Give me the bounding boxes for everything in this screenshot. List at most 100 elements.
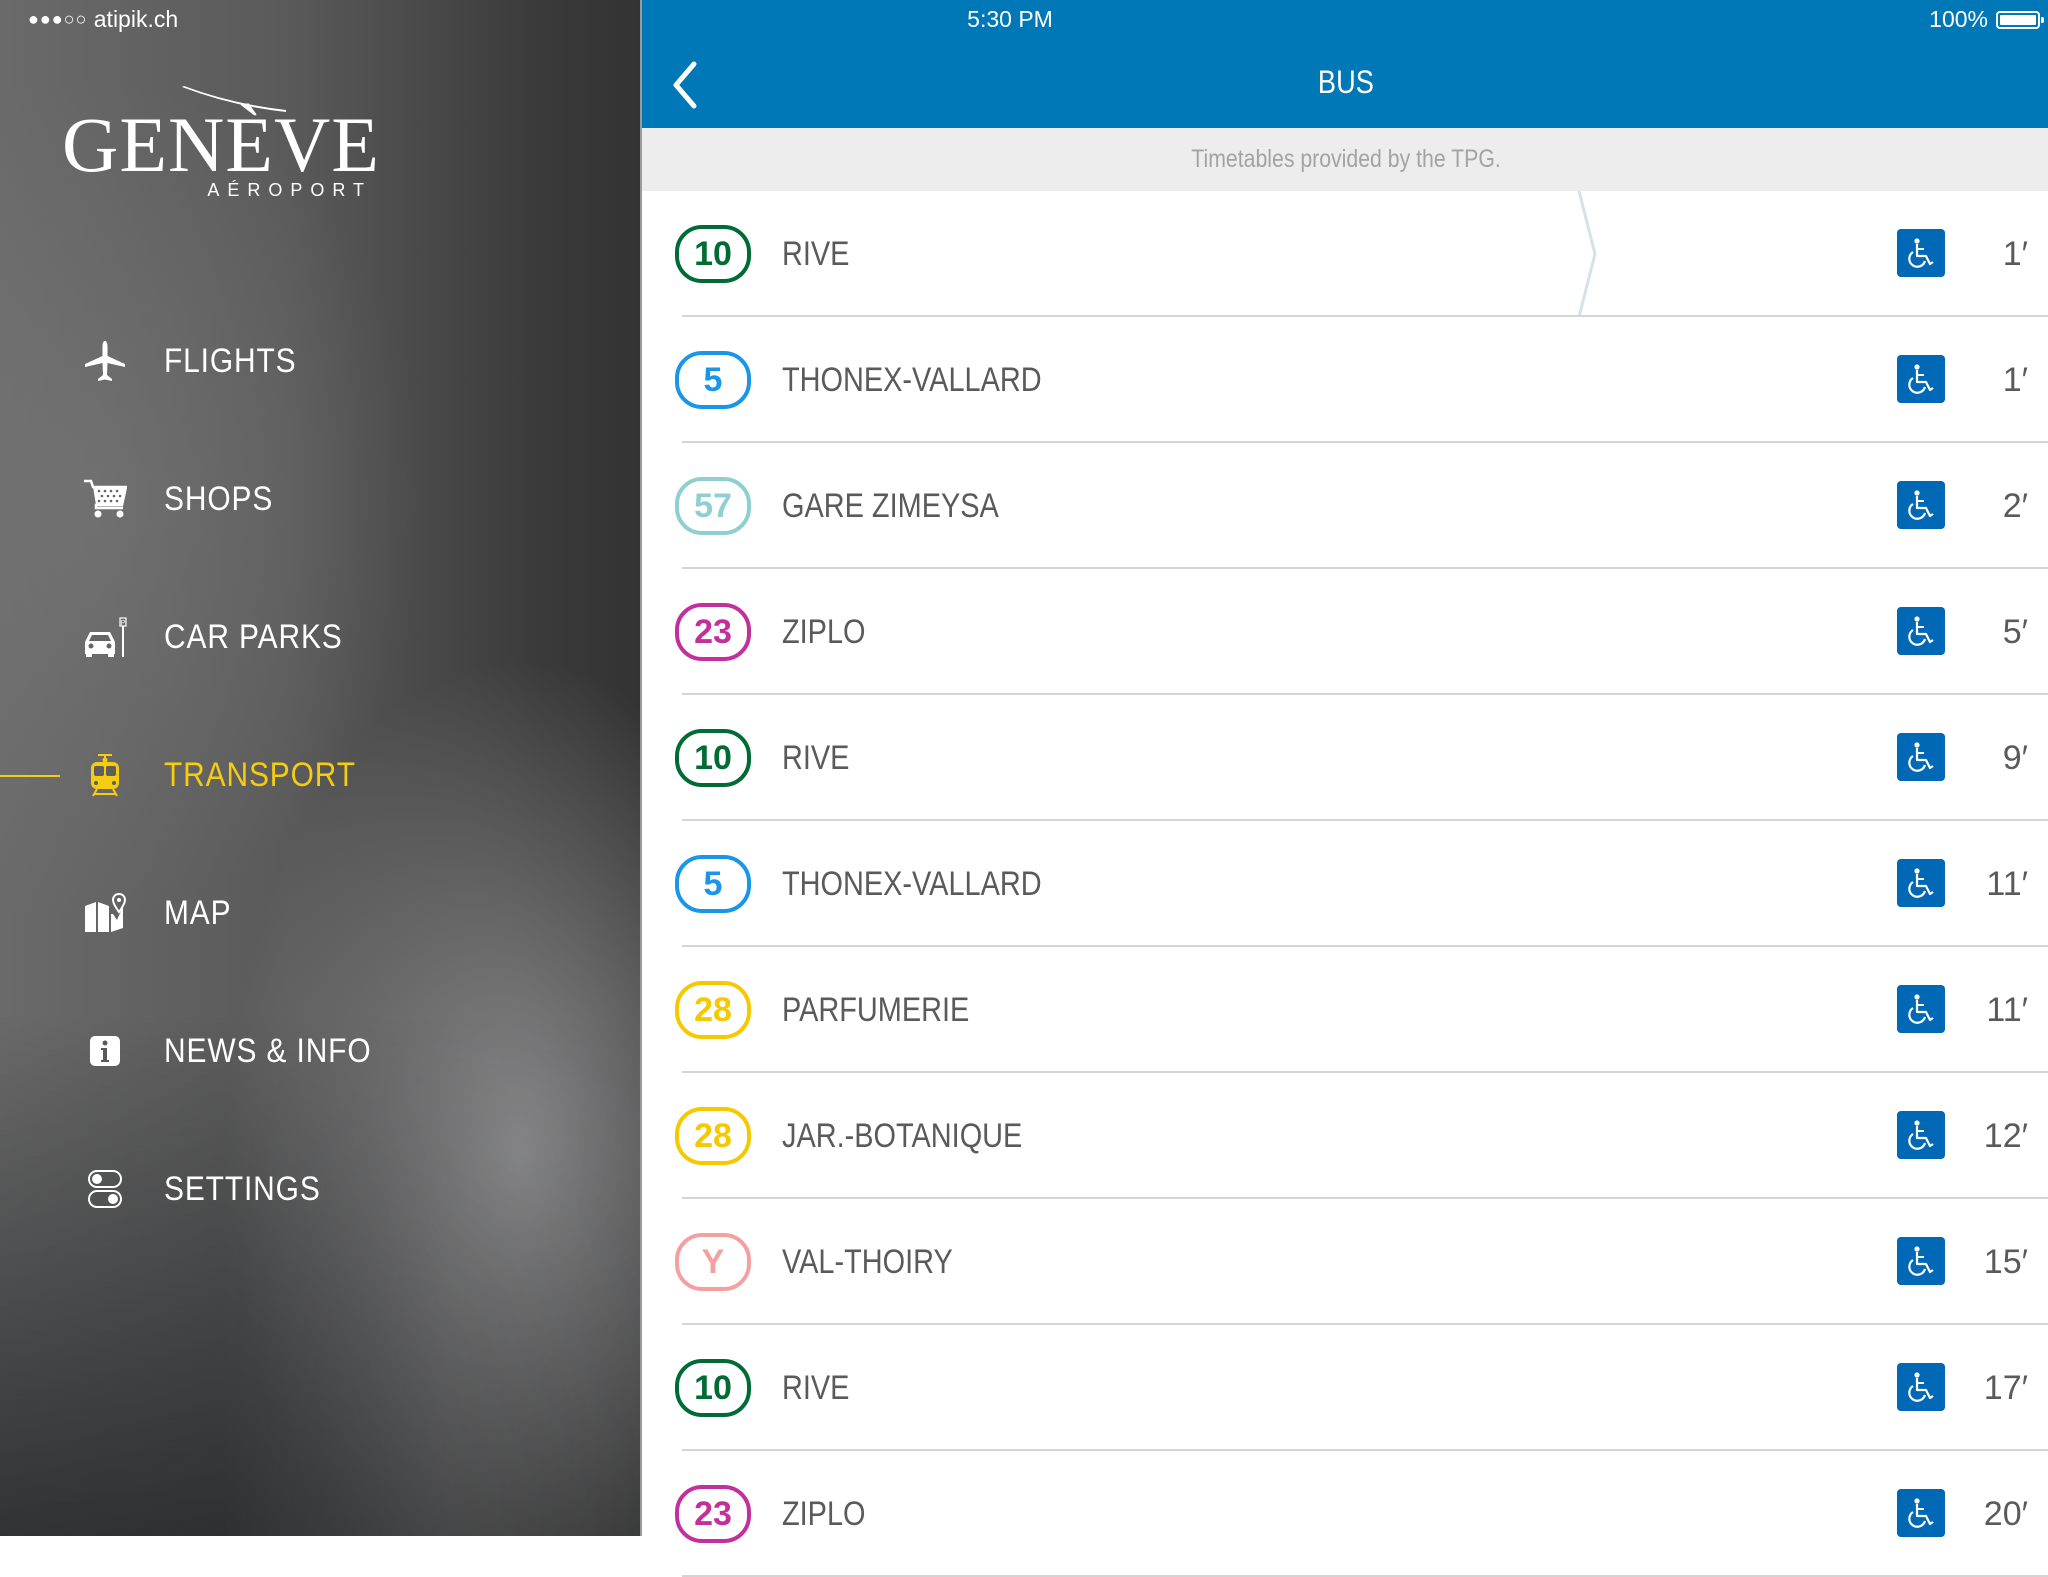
line-badge: 5 (675, 351, 751, 409)
wheelchair-icon (1908, 1120, 1934, 1150)
sidebar-item-shops[interactable]: SHOPS (0, 430, 640, 568)
destination-label: PARFUMERIE (782, 991, 970, 1029)
wheelchair-icon (1908, 238, 1934, 268)
line-badge: 10 (675, 225, 751, 283)
wait-time: 20′ (1983, 1495, 2028, 1533)
wheelchair-icon (1908, 1246, 1934, 1276)
destination-label: THONEX-VALLARD (782, 361, 1042, 399)
wheelchair-icon (1908, 364, 1934, 394)
sidebar-item-map[interactable]: MAP (0, 844, 640, 982)
destination-label: THONEX-VALLARD (782, 865, 1042, 903)
departure-row[interactable]: 10 RIVE 17′ (642, 1325, 2048, 1451)
departure-row[interactable]: 10 RIVE 9′ (642, 695, 2048, 821)
wheelchair-icon (1908, 994, 1934, 1024)
destination-label: GARE ZIMEYSA (782, 487, 999, 525)
wait-time: 17′ (1983, 1369, 2028, 1407)
line-badge: Y (675, 1233, 751, 1291)
wheelchair-icon (1908, 1372, 1934, 1402)
destination-label: JAR.-BOTANIQUE (782, 1117, 1023, 1155)
train-icon (82, 752, 128, 798)
sidebar-item-transport[interactable]: TRANSPORT (0, 706, 640, 844)
line-badge: 10 (675, 729, 751, 787)
map-pin-icon (82, 890, 128, 936)
wheelchair-accessible-badge (1897, 859, 1945, 907)
wheelchair-accessible-badge (1897, 1111, 1945, 1159)
airplane-icon (82, 338, 128, 384)
destination-label: VAL-THOIRY (782, 1243, 953, 1281)
wheelchair-accessible-badge (1897, 607, 1945, 655)
shopping-cart-icon (82, 476, 128, 522)
main-panel: 5:30 PM 100% BUS Timetables provided by … (640, 0, 2048, 1577)
battery-icon (1996, 10, 2044, 29)
wait-time: 11′ (1986, 865, 2028, 903)
wheelchair-icon (1908, 490, 1934, 520)
departure-row[interactable]: 57 GARE ZIMEYSA 2′ (642, 443, 2048, 569)
wait-time: 5′ (2002, 613, 2028, 651)
wheelchair-accessible-badge (1897, 733, 1945, 781)
line-badge: 28 (675, 1107, 751, 1165)
destination-label: RIVE (782, 1369, 850, 1407)
car-park-icon: P (82, 614, 128, 660)
wait-time: 1′ (2002, 235, 2028, 273)
sidebar-item-label: MAP (164, 893, 232, 932)
sidebar-nav: FLIGHTS SHOPS P CAR PARKS TRANSPORT MAP … (0, 292, 640, 1258)
wheelchair-accessible-badge (1897, 229, 1945, 277)
battery-percent: 100% (1929, 6, 1988, 32)
line-badge: 23 (675, 603, 751, 661)
wheelchair-icon (1908, 616, 1934, 646)
wheelchair-accessible-badge (1897, 1237, 1945, 1285)
clock-text: 5:30 PM (967, 6, 1053, 32)
line-badge: 57 (675, 477, 751, 535)
sidebar-item-label: FLIGHTS (164, 341, 297, 380)
wheelchair-accessible-badge (1897, 1363, 1945, 1411)
sidebar-item-label: TRANSPORT (164, 755, 356, 794)
page-title-text: BUS (1318, 64, 1374, 100)
departure-row[interactable]: 5 THONEX-VALLARD 1′ (642, 317, 2048, 443)
line-badge: 5 (675, 855, 751, 913)
departure-list: 10 RIVE 1′ 5 THONEX-VALLARD 1′ 57 GARE Z… (642, 191, 2048, 1577)
departure-row[interactable]: 23 ZIPLO 20′ (642, 1451, 2048, 1577)
logo-text: GENÈVE (62, 101, 380, 188)
navigation-bar: 5:30 PM 100% BUS (642, 0, 2048, 128)
wait-time: 12′ (1983, 1117, 2028, 1155)
wait-time: 1′ (2002, 361, 2028, 399)
data-source-text: Timetables provided by the TPG. (1191, 145, 1501, 173)
wheelchair-accessible-badge (1897, 1489, 1945, 1537)
line-badge: 10 (675, 1359, 751, 1417)
line-badge: 28 (675, 981, 751, 1039)
departure-row[interactable]: 10 RIVE 1′ (642, 191, 2048, 317)
battery-fill (2000, 14, 2036, 25)
wait-time: 9′ (2002, 739, 2028, 777)
departure-row[interactable]: Y VAL-THOIRY 15′ (642, 1199, 2048, 1325)
departure-row[interactable]: 28 JAR.-BOTANIQUE 12′ (642, 1073, 2048, 1199)
sidebar-item-flights[interactable]: FLIGHTS (0, 292, 640, 430)
page-title: BUS (642, 64, 2048, 101)
sidebar-item-label: NEWS & INFO (164, 1031, 372, 1070)
carrier-name: atipik.ch (93, 6, 179, 32)
wheelchair-icon (1908, 742, 1934, 772)
swipe-chevron-icon (1577, 191, 1597, 317)
sidebar-item-label: SETTINGS (164, 1169, 321, 1208)
wheelchair-accessible-badge (1897, 355, 1945, 403)
wheelchair-icon (1908, 868, 1934, 898)
status-time: 5:30 PM (642, 6, 2048, 33)
geneve-aeroport-logo: GENÈVE AÉROPORT (62, 84, 379, 204)
sidebar-item-car-parks[interactable]: P CAR PARKS (0, 568, 640, 706)
wheelchair-accessible-badge (1897, 985, 1945, 1033)
destination-label: RIVE (782, 739, 850, 777)
data-source-notice: Timetables provided by the TPG. (642, 128, 2048, 191)
svg-text:P: P (121, 620, 126, 627)
status-carrier: ●●●○○ atipik.ch (28, 6, 178, 33)
toggle-settings-icon (82, 1166, 128, 1212)
sidebar-item-label: SHOPS (164, 479, 274, 518)
destination-label: RIVE (782, 235, 850, 273)
sidebar-item-news-info[interactable]: NEWS & INFO (0, 982, 640, 1120)
departure-row[interactable]: 28 PARFUMERIE 11′ (642, 947, 2048, 1073)
destination-label: ZIPLO (782, 1495, 866, 1533)
departure-row[interactable]: 23 ZIPLO 5′ (642, 569, 2048, 695)
sidebar-item-label: CAR PARKS (164, 617, 343, 656)
sidebar-item-settings[interactable]: SETTINGS (0, 1120, 640, 1258)
info-icon (82, 1028, 128, 1074)
departure-row[interactable]: 5 THONEX-VALLARD 11′ (642, 821, 2048, 947)
destination-label: ZIPLO (782, 613, 866, 651)
